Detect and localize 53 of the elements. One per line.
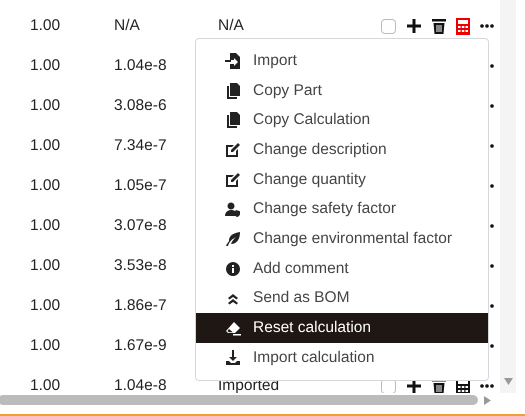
info-icon <box>225 260 241 277</box>
scroll-down-icon[interactable] <box>504 378 513 385</box>
quantity-cell-text: 1.00 <box>30 257 62 275</box>
scrollbar-thumb[interactable] <box>0 395 478 405</box>
status-cell-text: Imported <box>218 377 280 393</box>
plus-icon[interactable] <box>406 18 422 34</box>
status-cell-text: N/A <box>218 17 245 35</box>
scroll-right-icon[interactable] <box>484 396 491 404</box>
value-cell-text: 7.34e-7 <box>114 137 168 155</box>
vertical-scrollbar[interactable] <box>500 0 516 393</box>
quantity-cell-text: 1.00 <box>30 177 62 195</box>
quantity-cell-text: 1.00 <box>30 97 62 115</box>
menu-item[interactable]: Import calculation <box>196 342 488 373</box>
leaf-icon <box>225 230 241 247</box>
value-cell-text: 1.86e-7 <box>114 297 168 315</box>
menu-item[interactable]: Change safety factor <box>196 194 488 224</box>
menu-item[interactable]: Change quantity <box>196 164 488 194</box>
menu-item[interactable]: Copy Calculation <box>196 105 488 136</box>
menu-item[interactable]: Reset calculation <box>196 313 488 343</box>
menu-item[interactable]: Import <box>196 46 488 76</box>
download-icon <box>225 350 241 366</box>
menu-item[interactable]: Copy Part <box>196 76 488 106</box>
value-cell-text: N/A <box>114 17 141 35</box>
more-icon[interactable] <box>480 384 494 388</box>
value-cell-text: 1.04e-8 <box>114 57 168 75</box>
more-icon[interactable] <box>480 24 494 28</box>
menu-item[interactable]: Add comment <box>196 254 488 284</box>
quantity-cell-text: 1.00 <box>30 297 62 315</box>
quantity-cell-text: 1.00 <box>30 217 62 235</box>
user-icon <box>225 201 241 218</box>
menu-item[interactable]: Send as BOM <box>196 284 488 314</box>
menu-item[interactable]: Change description <box>196 135 488 165</box>
edit-icon <box>225 172 241 188</box>
value-cell-text: 3.07e-8 <box>114 217 168 235</box>
trash-icon[interactable] <box>432 18 446 34</box>
copy-icon <box>225 82 241 99</box>
copy-icon <box>225 112 241 128</box>
edit-icon <box>225 142 241 158</box>
value-cell-text: 3.08e-6 <box>114 97 168 115</box>
value-cell-text: 3.53e-8 <box>114 257 168 275</box>
value-cell-text: 1.67e-9 <box>114 337 168 355</box>
eraser-icon <box>225 320 241 336</box>
quantity-cell-text: 1.00 <box>30 137 62 155</box>
value-cell-text: 1.04e-8 <box>114 377 168 393</box>
import-icon <box>225 52 241 69</box>
plus-icon[interactable] <box>406 378 422 393</box>
value-cell-text: 1.05e-7 <box>114 177 168 195</box>
quantity-cell-text: 1.00 <box>30 337 62 355</box>
row-checkbox[interactable] <box>381 18 396 34</box>
quantity-cell-text: 1.00 <box>30 17 62 35</box>
quantity-cell-text: 1.00 <box>30 57 62 75</box>
quantity-cell-text: 1.00 <box>30 377 62 393</box>
menu-item[interactable]: Change environmental factor <box>196 224 488 254</box>
